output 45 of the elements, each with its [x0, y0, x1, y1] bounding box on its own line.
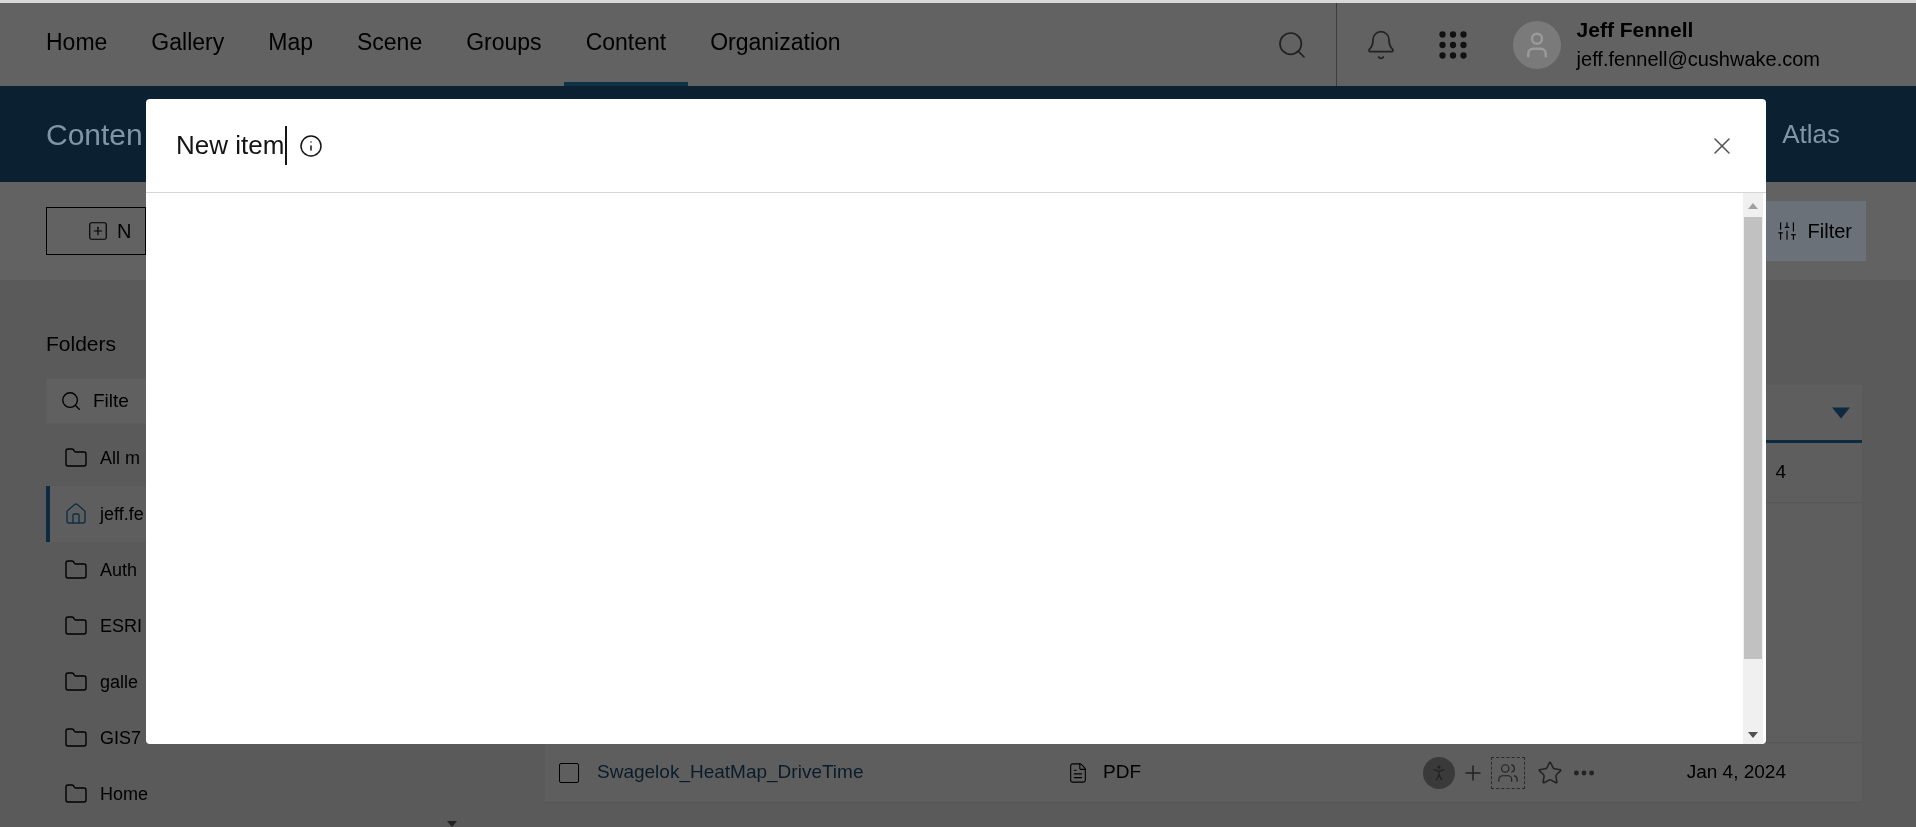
nav-tab[interactable]: Map	[246, 3, 335, 86]
user-email: jeff.fennell@cushwake.com	[1576, 47, 1820, 73]
folder-icon	[64, 614, 88, 638]
folder-item[interactable]: All m	[46, 430, 453, 486]
folder-icon	[64, 782, 88, 806]
nav-tab[interactable]: Scene	[334, 3, 445, 86]
nav-tab[interactable]: Groups	[444, 3, 564, 86]
folder-item[interactable]: GIS7	[46, 710, 453, 766]
nav-tab[interactable]: Organization	[688, 3, 863, 86]
user-name: Jeff Fennell	[1576, 16, 1695, 43]
plus-square-icon	[87, 220, 109, 242]
item-date: Jan 4, 2024	[1686, 760, 1786, 785]
scroll-down-arrow-icon	[1748, 732, 1758, 738]
person-icon[interactable]	[1423, 756, 1455, 789]
folder-item[interactable]: Home	[46, 766, 453, 822]
info-icon[interactable]	[299, 133, 324, 158]
star-icon[interactable]	[1537, 759, 1563, 786]
folder-icon	[64, 726, 88, 750]
item-date: 4	[1775, 460, 1786, 485]
home-icon	[64, 502, 88, 526]
sliders-icon	[1775, 219, 1798, 243]
item-title-link[interactable]: Swagelok_HeatMap_DriveTime	[597, 758, 1067, 787]
page-title: Conten	[46, 116, 143, 153]
folder-item[interactable]: Auth	[46, 542, 453, 598]
scroll-down-arrow-icon	[446, 821, 458, 827]
banner-text: Atlas	[1782, 117, 1840, 151]
item-type: PDF	[1103, 760, 1142, 785]
new-item-button[interactable]: N	[46, 207, 146, 255]
folder-icon	[64, 558, 88, 582]
folders-heading: Folders	[46, 331, 118, 354]
dialog-title: New item	[176, 126, 288, 165]
folder-item[interactable]: ESRI	[46, 598, 453, 654]
row-checkbox[interactable]	[559, 762, 579, 783]
scrollbar[interactable]	[1743, 193, 1763, 744]
share-group-icon[interactable]	[1491, 756, 1525, 789]
scroll-up-arrow-icon	[1748, 203, 1758, 209]
folder-icon	[64, 670, 88, 694]
search-icon	[60, 390, 82, 412]
caret-icon	[1832, 406, 1850, 419]
nav-tab[interactable]: Gallery	[129, 3, 247, 86]
nav-tab[interactable]: Home	[24, 3, 130, 86]
folder-icon	[64, 446, 88, 470]
scrollbar-thumb[interactable]	[1744, 217, 1762, 659]
folder-item[interactable]: galle	[46, 654, 453, 710]
document-icon	[1067, 760, 1089, 785]
